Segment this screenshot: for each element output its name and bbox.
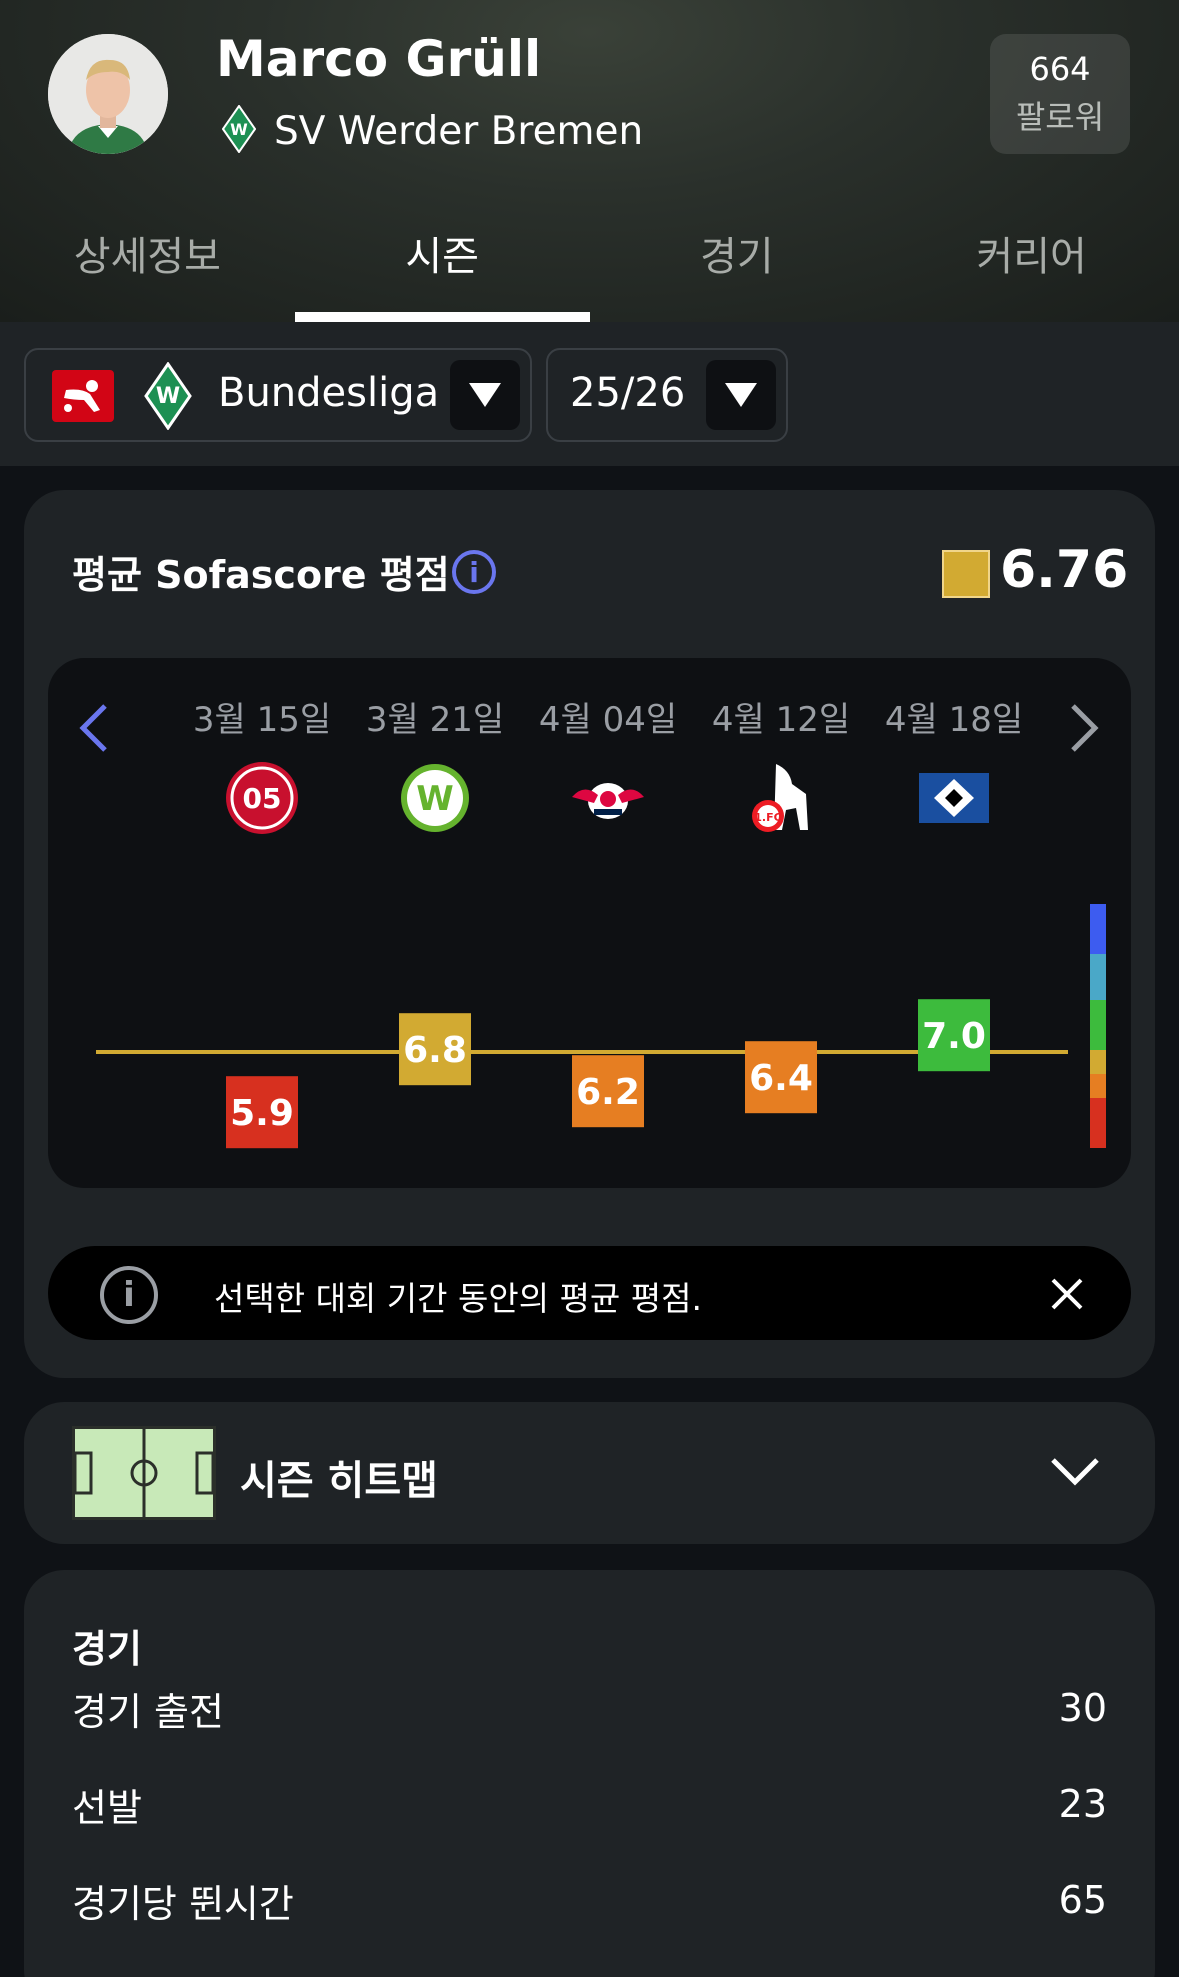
section-title: 경기: [72, 1627, 142, 1671]
league-dropdown-button[interactable]: [450, 360, 520, 430]
stat-label: 경기 출전: [72, 1689, 224, 1734]
season-select[interactable]: 25/26: [546, 348, 788, 442]
rating-card: 평균 Sofascore 평점 i 6.76 3월 15일 3월 21일 4월 …: [24, 490, 1155, 1378]
triangle-down-icon: [725, 383, 757, 407]
matches-stats-card: 경기 경기 출전 30 선발 23 경기당 뛴시간 65: [24, 1570, 1155, 1977]
stat-value: 30: [1058, 1686, 1107, 1730]
rating-scale-segment: [1090, 954, 1106, 1000]
svg-text:W: W: [156, 384, 180, 409]
rating-scale-segment: [1090, 1000, 1106, 1050]
tab-career[interactable]: 커리어: [884, 210, 1179, 322]
rating-value: 7.0: [922, 1016, 986, 1057]
rating-value: 6.2: [576, 1072, 640, 1113]
bundesliga-logo-icon: [52, 370, 114, 426]
team-name: SV Werder Bremen: [274, 108, 644, 154]
rating-box[interactable]: 6.4: [745, 1041, 817, 1114]
season-heatmap-toggle[interactable]: 시즌 히트맵: [24, 1402, 1155, 1544]
stat-row: 선발 23: [72, 1774, 1107, 1834]
werder-bremen-crest-icon: W: [144, 361, 192, 434]
rating-chart: 3월 15일 3월 21일 4월 04일 4월 12일 4월 18일 05 W: [48, 658, 1131, 1188]
triangle-down-icon: [469, 383, 501, 407]
tab-matches[interactable]: 경기: [590, 210, 885, 322]
rating-box[interactable]: 6.8: [399, 1013, 471, 1086]
rating-value: 5.9: [230, 1093, 294, 1134]
tab-label: 경기: [700, 234, 774, 280]
stat-row: 경기당 뛴시간 65: [72, 1870, 1107, 1930]
follow-button[interactable]: 664 팔로워: [990, 34, 1130, 154]
stat-label: 경기당 뛴시간: [72, 1881, 294, 1926]
stat-row: 경기 출전 30: [72, 1678, 1107, 1738]
player-avatar[interactable]: [48, 34, 168, 154]
chevron-down-icon[interactable]: [1047, 1442, 1103, 1498]
tab-season[interactable]: 시즌: [294, 210, 590, 322]
rating-box[interactable]: 5.9: [226, 1076, 298, 1149]
rating-scale-segment: [1090, 1098, 1106, 1148]
average-rating-swatch: [942, 550, 990, 598]
rating-scale-segment: [1090, 1050, 1106, 1074]
stat-value: 65: [1058, 1878, 1107, 1922]
rating-title: 평균 Sofascore 평점: [72, 553, 450, 597]
filter-bar: W Bundesliga 25/26: [0, 322, 1179, 466]
rating-box[interactable]: 7.0: [918, 999, 990, 1072]
stat-label: 선발: [72, 1785, 142, 1830]
rating-value: 6.8: [403, 1030, 467, 1071]
tab-label: 커리어: [976, 234, 1087, 280]
info-notice: i 선택한 대회 기간 동안의 평균 평점.: [48, 1246, 1131, 1340]
followers-label: 팔로워: [1015, 98, 1105, 136]
info-icon[interactable]: i: [452, 550, 496, 594]
season-label: 25/26: [570, 370, 686, 416]
heatmap-title: 시즌 히트맵: [240, 1458, 438, 1504]
rating-scale-segment: [1090, 1074, 1106, 1098]
player-header: Marco Grüll W SV Werder Bremen 664 팔로워 상…: [0, 0, 1179, 322]
pitch-icon: [72, 1426, 216, 1520]
player-name: Marco Grüll: [216, 30, 542, 88]
followers-count: 664: [1029, 50, 1091, 88]
rating-box[interactable]: 6.2: [572, 1055, 644, 1128]
close-icon[interactable]: [1047, 1264, 1087, 1326]
rating-value: 6.4: [749, 1058, 813, 1099]
tab-label: 상세정보: [73, 234, 221, 280]
info-circle-icon: i: [100, 1266, 158, 1324]
rating-scale-segment: [1090, 904, 1106, 954]
season-dropdown-button[interactable]: [706, 360, 776, 430]
tab-details[interactable]: 상세정보: [0, 210, 295, 322]
tab-label: 시즌: [405, 234, 479, 280]
stat-value: 23: [1058, 1782, 1107, 1826]
league-select[interactable]: W Bundesliga: [24, 348, 532, 442]
notice-text: 선택한 대회 기간 동안의 평균 평점.: [214, 1279, 702, 1318]
tab-bar: 상세정보 시즌 경기 커리어: [0, 210, 1179, 322]
rating-chart-plot: 5.9 6.8 6.2 6.4 7.0: [96, 904, 1106, 1149]
team-line[interactable]: W SV Werder Bremen: [221, 104, 644, 157]
svg-text:W: W: [230, 120, 248, 139]
average-rating-value: 6.76: [1000, 540, 1129, 600]
league-label: Bundesliga: [218, 370, 440, 416]
werder-bremen-crest-icon: W: [221, 104, 257, 157]
